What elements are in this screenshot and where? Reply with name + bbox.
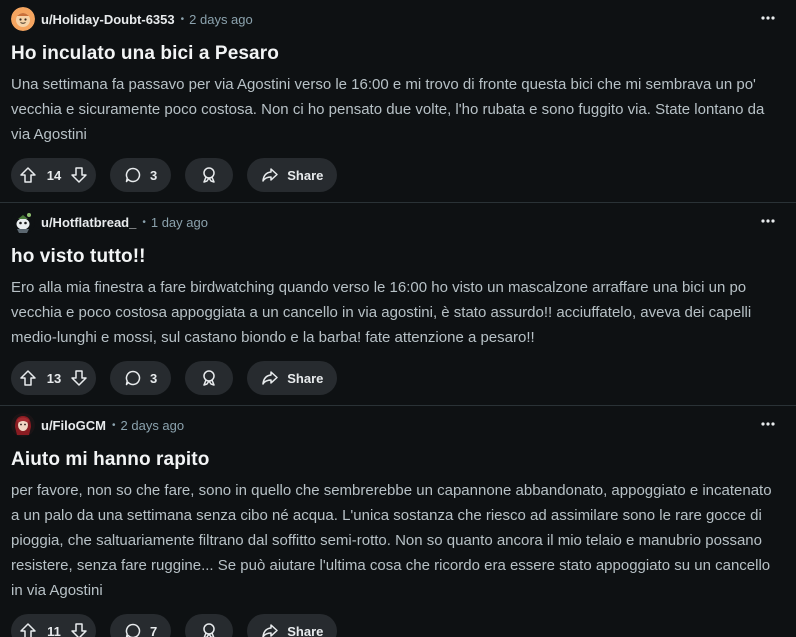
award-button[interactable]: [185, 158, 234, 192]
post-body: per favore, non so che fare, sono in que…: [11, 482, 772, 599]
share-button[interactable]: Share: [247, 158, 338, 192]
comments-button[interactable]: 3: [110, 158, 172, 192]
post-card[interactable]: u/FiloGCM • 2 days ago Aiuto mi hanno ra…: [0, 406, 796, 637]
share-button[interactable]: Share: [247, 614, 338, 637]
award-icon: [200, 369, 218, 387]
more-options-icon[interactable]: [754, 412, 782, 436]
post-author[interactable]: u/Holiday-Doubt-6353: [41, 12, 175, 27]
upvote-icon[interactable]: [19, 369, 37, 387]
award-button[interactable]: [185, 614, 234, 637]
post-card[interactable]: u/Hotflatbread_ • 1 day ago ho visto tut…: [0, 203, 796, 406]
comments-button[interactable]: 3: [110, 361, 172, 395]
share-label: Share: [287, 370, 324, 386]
share-icon: [261, 622, 279, 637]
vote-control: 13: [11, 361, 96, 395]
post-time: 2 days ago: [120, 417, 185, 433]
share-icon: [261, 369, 279, 387]
downvote-icon[interactable]: [70, 166, 88, 184]
post-meta: u/FiloGCM • 2 days ago: [11, 413, 784, 437]
vote-count: 14: [46, 167, 62, 183]
award-icon: [200, 622, 218, 637]
post-author[interactable]: u/Hotflatbread_: [41, 215, 136, 230]
more-options-icon[interactable]: [754, 6, 782, 30]
vote-count: 11: [47, 623, 61, 637]
share-button[interactable]: Share: [247, 361, 338, 395]
vote-count: 13: [46, 370, 62, 386]
post-actions: 13 3 Share: [11, 361, 784, 405]
share-icon: [261, 166, 279, 184]
share-label: Share: [287, 623, 324, 637]
comments-button[interactable]: 7: [110, 614, 172, 637]
post-title[interactable]: Aiuto mi hanno rapito: [11, 447, 784, 473]
post-meta: u/Holiday-Doubt-6353 • 2 days ago: [11, 7, 784, 31]
post-body: Una settimana fa passavo per via Agostin…: [11, 76, 765, 143]
downvote-icon[interactable]: [70, 369, 88, 387]
meta-separator: •: [142, 216, 146, 228]
post-card[interactable]: u/Holiday-Doubt-6353 • 2 days ago Ho inc…: [0, 0, 796, 203]
comment-icon: [124, 622, 142, 637]
post-time: 2 days ago: [189, 11, 253, 27]
comment-count: 3: [150, 167, 158, 183]
more-options-icon[interactable]: [754, 209, 782, 233]
post-title[interactable]: Ho inculato una bici a Pesaro: [11, 41, 784, 67]
award-icon: [200, 166, 218, 184]
comment-icon: [124, 369, 142, 387]
meta-separator: •: [180, 13, 185, 25]
meta-separator: •: [112, 419, 116, 431]
vote-control: 14: [11, 158, 96, 192]
upvote-icon[interactable]: [19, 622, 37, 637]
post-author[interactable]: u/FiloGCM: [41, 418, 106, 433]
post-time: 1 day ago: [150, 214, 208, 230]
post-body: Ero alla mia finestra a fare birdwatchin…: [11, 279, 752, 346]
post-actions: 11 7 Share: [11, 614, 784, 637]
award-button[interactable]: [185, 361, 234, 395]
snoo-character-avatar-icon[interactable]: [11, 210, 35, 234]
post-actions: 14 3 Share: [11, 158, 784, 202]
post-meta: u/Hotflatbread_ • 1 day ago: [11, 210, 784, 234]
downvote-icon[interactable]: [70, 622, 88, 637]
upvote-icon[interactable]: [19, 166, 37, 184]
post-title[interactable]: ho visto tutto!!: [11, 244, 784, 270]
comment-count: 7: [150, 623, 158, 637]
red-hair-avatar-icon[interactable]: [11, 413, 35, 437]
vote-control: 11: [11, 614, 96, 637]
orange-snoo-avatar-icon[interactable]: [11, 7, 35, 31]
comment-count: 3: [150, 370, 158, 386]
comment-icon: [124, 166, 142, 184]
share-label: Share: [287, 167, 324, 183]
post-feed: u/Holiday-Doubt-6353 • 2 days ago Ho inc…: [0, 0, 796, 637]
